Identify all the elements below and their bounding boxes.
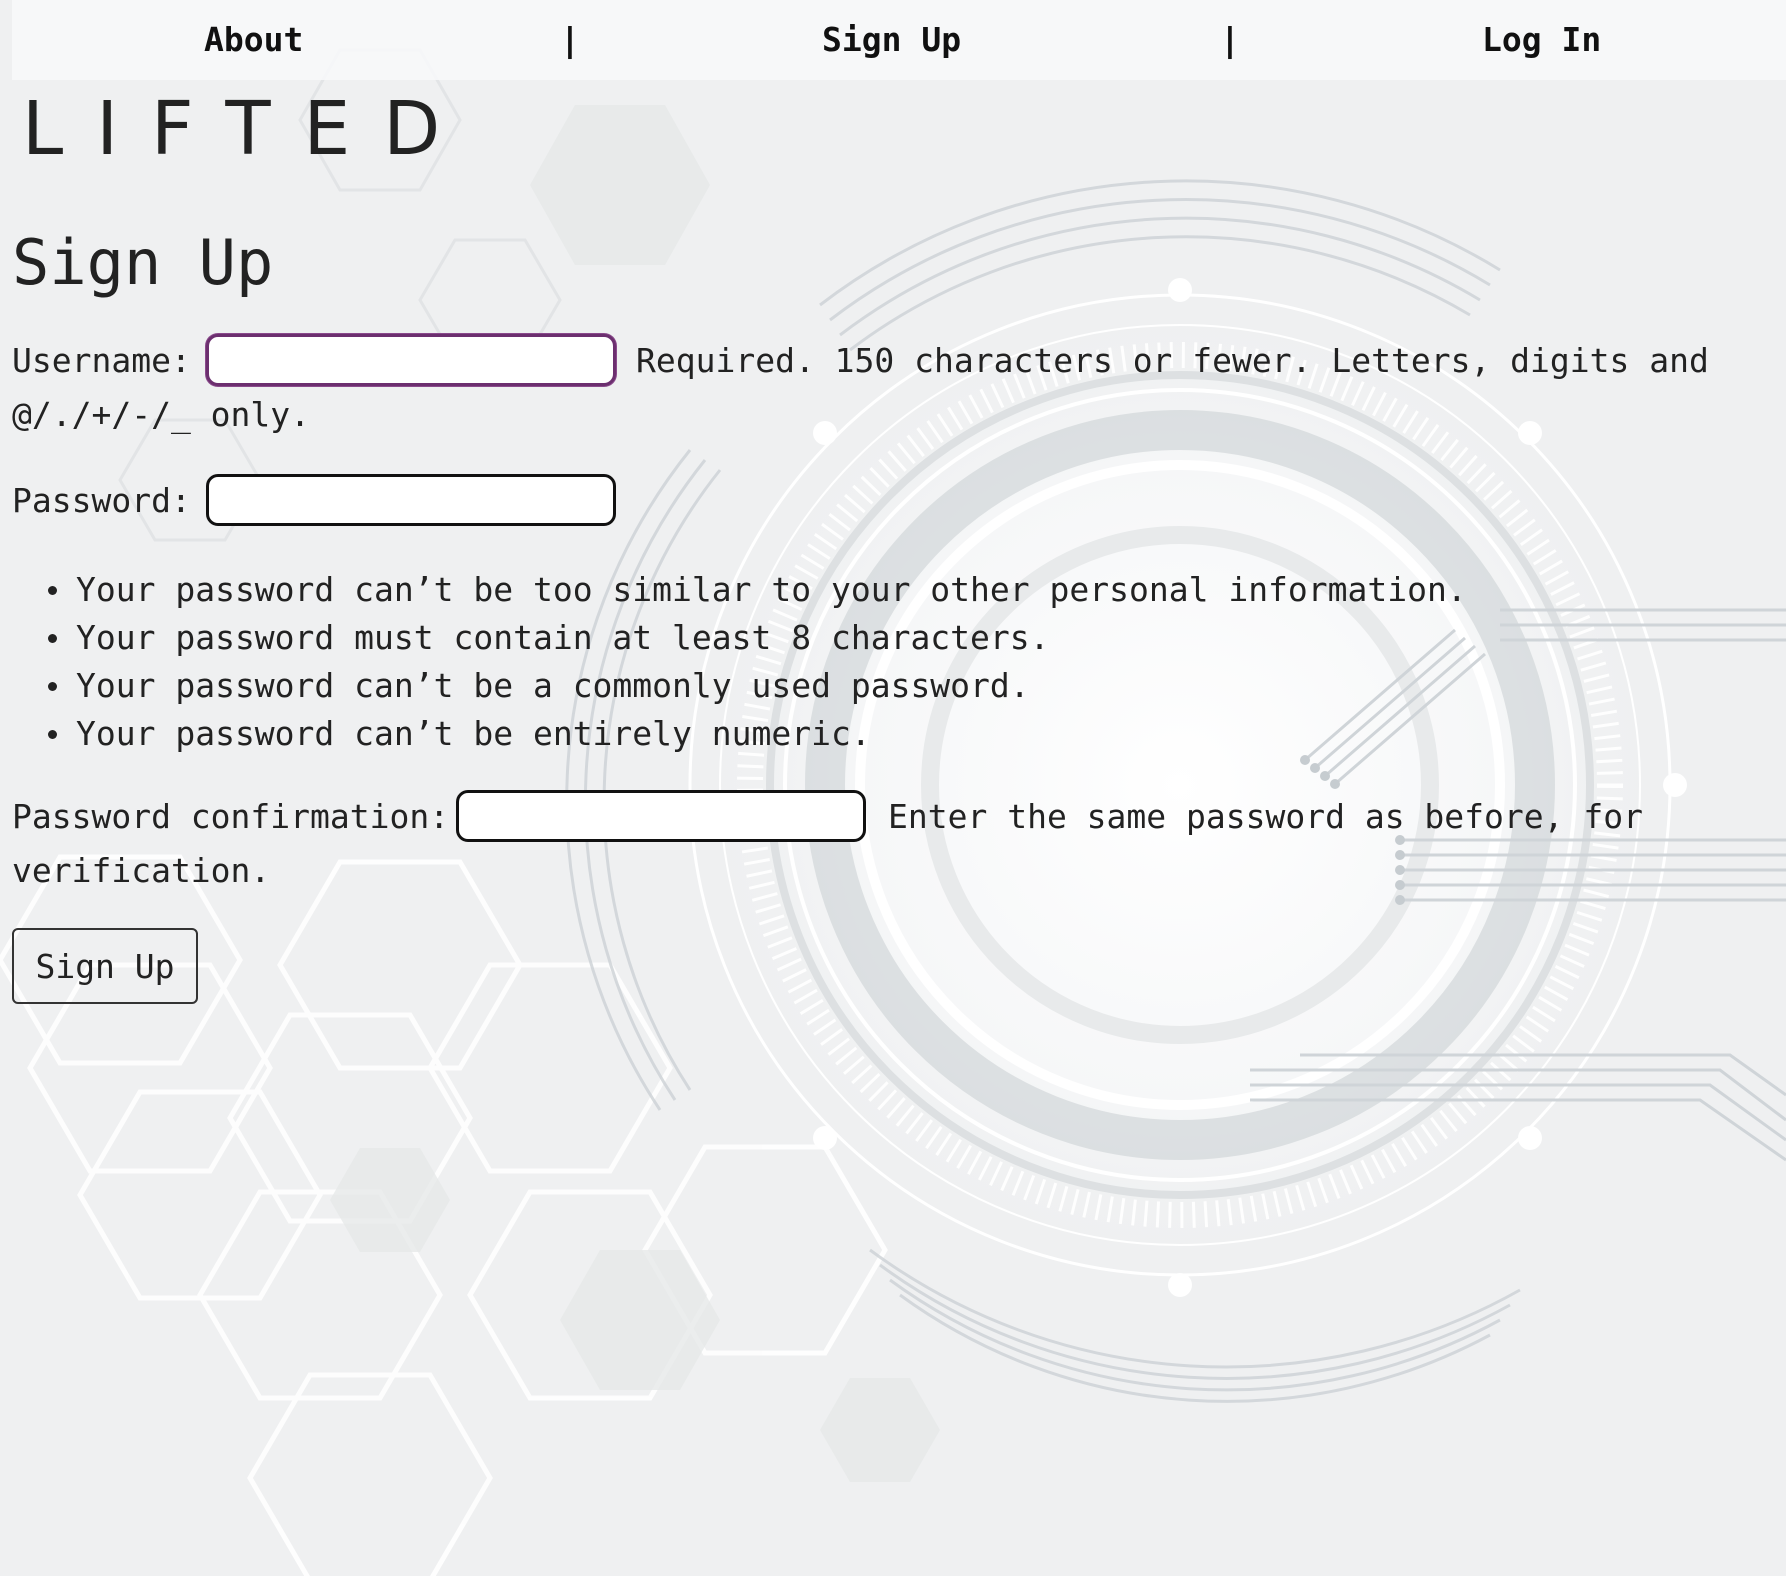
username-help-text-continued: @/./+/-/_ only. [12,395,311,434]
username-help-text: Required. 150 characters or fewer. Lette… [636,341,1709,380]
password-confirmation-input[interactable] [456,790,866,842]
password-rule-item: Your password must contain at least 8 ch… [44,614,1467,662]
nav-separator: | [560,20,580,59]
signup-submit-button[interactable]: Sign Up [12,928,198,1004]
password-rule-item: Your password can’t be too similar to yo… [44,566,1467,614]
nav-signup-link[interactable]: Sign Up [822,20,961,60]
password-rule-text: Your password can’t be a commonly used p… [76,666,1030,705]
password-input[interactable] [206,474,616,526]
password-confirmation-help-text: Enter the same password as before, for [888,797,1643,836]
nav-separator: | [1220,20,1240,59]
password-label: Password: [12,481,191,520]
username-label: Username: [12,341,191,380]
nav-about-link[interactable]: About [204,20,303,60]
bullet-icon [48,730,57,739]
bullet-icon [48,634,57,643]
password-confirmation-label: Password confirmation: [12,797,450,836]
site-logo: LIFTED [22,86,474,172]
password-rule-text: Your password can’t be too similar to yo… [76,570,1467,609]
username-input[interactable] [206,334,616,386]
password-rule-item: Your password can’t be a commonly used p… [44,662,1467,710]
password-rule-text: Your password must contain at least 8 ch… [76,618,1050,657]
password-rule-text: Your password can’t be entirely numeric. [76,714,871,753]
password-rules-list: Your password can’t be too similar to yo… [44,566,1467,758]
page-title: Sign Up [12,226,274,299]
bullet-icon [48,682,57,691]
top-navigation: About | Sign Up | Log In [12,0,1786,80]
nav-login-link[interactable]: Log In [1482,20,1601,60]
password-rule-item: Your password can’t be entirely numeric. [44,710,1467,758]
signup-page: About | Sign Up | Log In LIFTED Sign Up … [0,0,1786,1576]
bullet-icon [48,586,57,595]
password-confirmation-help-text-continued: verification. [12,851,271,890]
